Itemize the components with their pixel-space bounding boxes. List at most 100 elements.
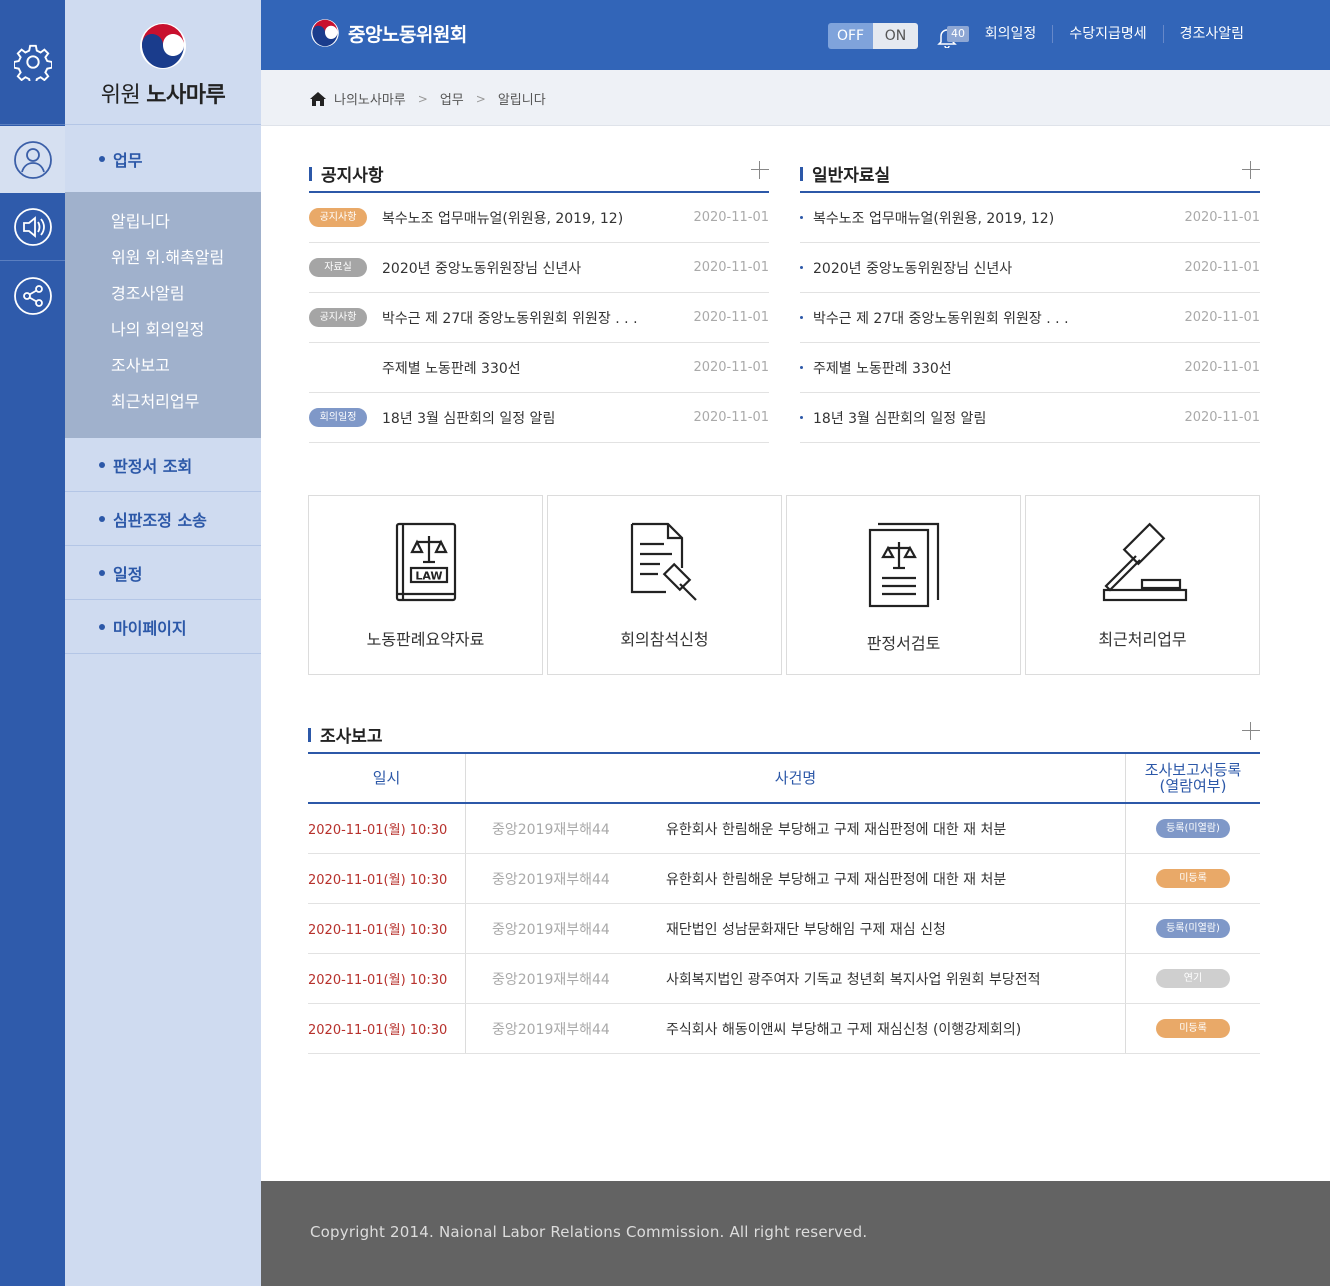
list-item-title: 18년 3월 심판회의 일정 알림 [813, 410, 987, 427]
chevron-right-icon: > [417, 91, 428, 106]
link-allowance[interactable]: 수당지급명세 [1052, 25, 1162, 43]
notice-title: 공지사항 [321, 165, 384, 186]
table-row[interactable]: 2020-11-01(월) 10:30 중앙2019재부해44 사회복지법인 광주여… [308, 954, 1260, 1004]
bullet-icon [800, 266, 803, 269]
status-badge[interactable]: 등록(미열람) [1156, 819, 1230, 838]
case-number: 중앙2019재부해44 [492, 821, 610, 838]
submenu-item-appointment[interactable]: 위원 위.해촉알림 [65, 240, 261, 276]
user-menu-button[interactable] [0, 126, 65, 193]
bullet-icon [99, 569, 105, 576]
cell-case: 중앙2019재부해44 재단법인 성남문화재단 부당해임 구제 재심 신청 [466, 904, 1126, 953]
speaker-icon [13, 207, 52, 246]
case-number: 중앙2019재부해44 [492, 921, 610, 938]
cell-datetime: 2020-11-01(월) 10:30 [308, 1004, 466, 1053]
table-header: 일시 사건명 조사보고서등록 (열람여부) [308, 754, 1260, 804]
column-header-case: 사건명 [466, 754, 1126, 802]
list-item-title: 박수근 제 27대 중앙노동위원회 위원장 . . . [382, 310, 638, 327]
list-item[interactable]: 2020년 중앙노동위원장님 신년사 2020-11-01 [800, 243, 1260, 293]
status-badge[interactable]: 연기 [1156, 969, 1230, 988]
plus-icon[interactable] [751, 161, 769, 179]
list-item[interactable]: 18년 3월 심판회의 일정 알림 2020-11-01 [800, 393, 1260, 443]
cell-datetime: 2020-11-01(월) 10:30 [308, 854, 466, 903]
cell-case: 중앙2019재부해44 주식회사 해동이앤씨 부당해고 구제 재심신청 (이행강제… [466, 1004, 1126, 1053]
plus-icon[interactable] [1242, 161, 1260, 179]
top-links: 회의일정 수당지급명세 경조사알림 [969, 25, 1260, 43]
on-off-toggle[interactable]: OFF ON [828, 23, 918, 49]
law-book-icon: LAW [395, 522, 456, 602]
list-item-title: 박수근 제 27대 중앙노동위원회 위원장 . . . [813, 310, 1069, 327]
list-item[interactable]: 주제별 노동판례 330선 2020-11-01 [309, 343, 769, 393]
tile-meeting-request[interactable]: 회의참석신청 [547, 495, 782, 675]
gear-icon [13, 44, 52, 81]
list-item[interactable]: 회의일정 18년 3월 심판회의 일정 알림 2020-11-01 [309, 393, 769, 443]
menu-section-judgment[interactable]: 판정서 조회 [65, 438, 261, 492]
site-logo[interactable]: 중앙노동위원회 [310, 18, 467, 48]
law-icon-text: LAW [415, 570, 442, 583]
menu-section-schedule[interactable]: 일정 [65, 546, 261, 600]
menu-section-lawsuit[interactable]: 심판조정 소송 [65, 492, 261, 546]
menu-section-work[interactable]: 업무 [65, 125, 261, 192]
investigation-report: 조사보고 일시 사건명 조사보고서등록 (열람여부) 2020-11-01(월)… [308, 716, 1260, 1054]
top-header: 중앙노동위원회 OFF ON 40 회의일정 수당지급명세 경조사알림 [261, 0, 1330, 70]
cell-status: 등록(미열람) [1126, 804, 1260, 853]
document-gavel-icon [630, 522, 697, 601]
site-name: 중앙노동위원회 [348, 23, 467, 46]
announcement-menu-button[interactable] [0, 193, 65, 261]
table-row[interactable]: 2020-11-01(월) 10:30 중앙2019재부해44 유한회사 한림해운 … [308, 804, 1260, 854]
case-name[interactable]: 유한회사 한림해운 부당해고 구제 재심판정에 대한 재 처분 [666, 819, 1006, 839]
submenu-item-notice[interactable]: 알립니다 [65, 204, 261, 240]
tile-judgment-review[interactable]: 판정서검토 [786, 495, 1021, 675]
report-title: 조사보고 [320, 726, 383, 747]
table-row[interactable]: 2020-11-01(월) 10:30 중앙2019재부해44 유한회사 한림해운 … [308, 854, 1260, 904]
list-item-title: 복수노조 업무매뉴얼(위원용, 2019, 12) [382, 210, 624, 227]
tile-label: 노동판례요약자료 [366, 630, 485, 649]
copyright-text: Copyright 2014. Naional Labor Relations … [310, 1223, 868, 1241]
list-item[interactable]: 공지사항 박수근 제 27대 중앙노동위원회 위원장 . . . 2020-11-0… [309, 293, 769, 343]
submenu-item-my-schedule[interactable]: 나의 회의일정 [65, 312, 261, 348]
breadcrumb-item[interactable]: 나의노사마루 [334, 89, 406, 108]
chevron-right-icon: > [475, 91, 486, 106]
plus-icon[interactable] [1242, 722, 1260, 740]
tile-label: 회의참석신청 [620, 630, 709, 649]
cell-status: 미등록 [1126, 854, 1260, 903]
side-menu: 위원 노사마루 업무 알립니다 위원 위.해촉알림 경조사알림 나의 회의일정 조… [65, 0, 261, 1286]
list-item-date: 2020-11-01 [1184, 210, 1260, 225]
brand-logo[interactable]: 위원 노사마루 [65, 0, 261, 125]
list-item[interactable]: 공지사항 복수노조 업무매뉴얼(위원용, 2019, 12) 2020-11-01 [309, 193, 769, 243]
menu-section-mypage[interactable]: 마이페이지 [65, 600, 261, 654]
bullet-icon [99, 623, 105, 630]
share-menu-button[interactable] [0, 262, 65, 330]
submenu-item-report[interactable]: 조사보고 [65, 348, 261, 384]
table-row[interactable]: 2020-11-01(월) 10:30 중앙2019재부해44 재단법인 성남문화재… [308, 904, 1260, 954]
case-name[interactable]: 사회복지법인 광주여자 기독교 청년회 복지사업 위원회 부당전적 [666, 969, 1040, 989]
link-events[interactable]: 경조사알림 [1162, 25, 1260, 43]
toggle-off[interactable]: OFF [828, 23, 873, 49]
list-item[interactable]: 박수근 제 27대 중앙노동위원회 위원장 . . . 2020-11-01 [800, 293, 1260, 343]
tile-case-law[interactable]: LAW 노동판례요약자료 [308, 495, 543, 675]
list-item-title: 복수노조 업무매뉴얼(위원용, 2019, 12) [813, 210, 1055, 227]
status-badge[interactable]: 미등록 [1156, 1019, 1230, 1038]
home-icon[interactable] [310, 91, 326, 107]
link-meeting-schedule[interactable]: 회의일정 [969, 25, 1053, 43]
list-item-date: 2020-11-01 [693, 260, 769, 275]
submenu-item-recent[interactable]: 최근처리업무 [65, 384, 261, 420]
list-item[interactable]: 자료실 2020년 중앙노동위원장님 신년사 2020-11-01 [309, 243, 769, 293]
status-badge[interactable]: 등록(미열람) [1156, 919, 1230, 938]
table-row[interactable]: 2020-11-01(월) 10:30 중앙2019재부해44 주식회사 해동이앤씨… [308, 1004, 1260, 1054]
settings-button[interactable] [0, 0, 65, 125]
tile-recent-work[interactable]: 최근처리업무 [1025, 495, 1260, 675]
submenu-item-events[interactable]: 경조사알림 [65, 276, 261, 312]
case-name[interactable]: 주식회사 해동이앤씨 부당해고 구제 재심신청 (이행강제회의) [666, 1019, 1021, 1039]
list-item[interactable]: 복수노조 업무매뉴얼(위원용, 2019, 12) 2020-11-01 [800, 193, 1260, 243]
column-header-status: 조사보고서등록 (열람여부) [1144, 761, 1242, 795]
case-name[interactable]: 재단법인 성남문화재단 부당해임 구제 재심 신청 [666, 919, 946, 939]
user-icon [13, 140, 52, 179]
list-item-date: 2020-11-01 [1184, 410, 1260, 425]
status-badge[interactable]: 미등록 [1156, 869, 1230, 888]
list-item-date: 2020-11-01 [1184, 260, 1260, 275]
list-item[interactable]: 주제별 노동판례 330선 2020-11-01 [800, 343, 1260, 393]
toggle-on[interactable]: ON [873, 23, 918, 49]
cell-case: 중앙2019재부해44 사회복지법인 광주여자 기독교 청년회 복지사업 위원회 … [466, 954, 1126, 1003]
case-name[interactable]: 유한회사 한림해운 부당해고 구제 재심판정에 대한 재 처분 [666, 869, 1006, 889]
breadcrumb-item[interactable]: 업무 [440, 89, 464, 108]
